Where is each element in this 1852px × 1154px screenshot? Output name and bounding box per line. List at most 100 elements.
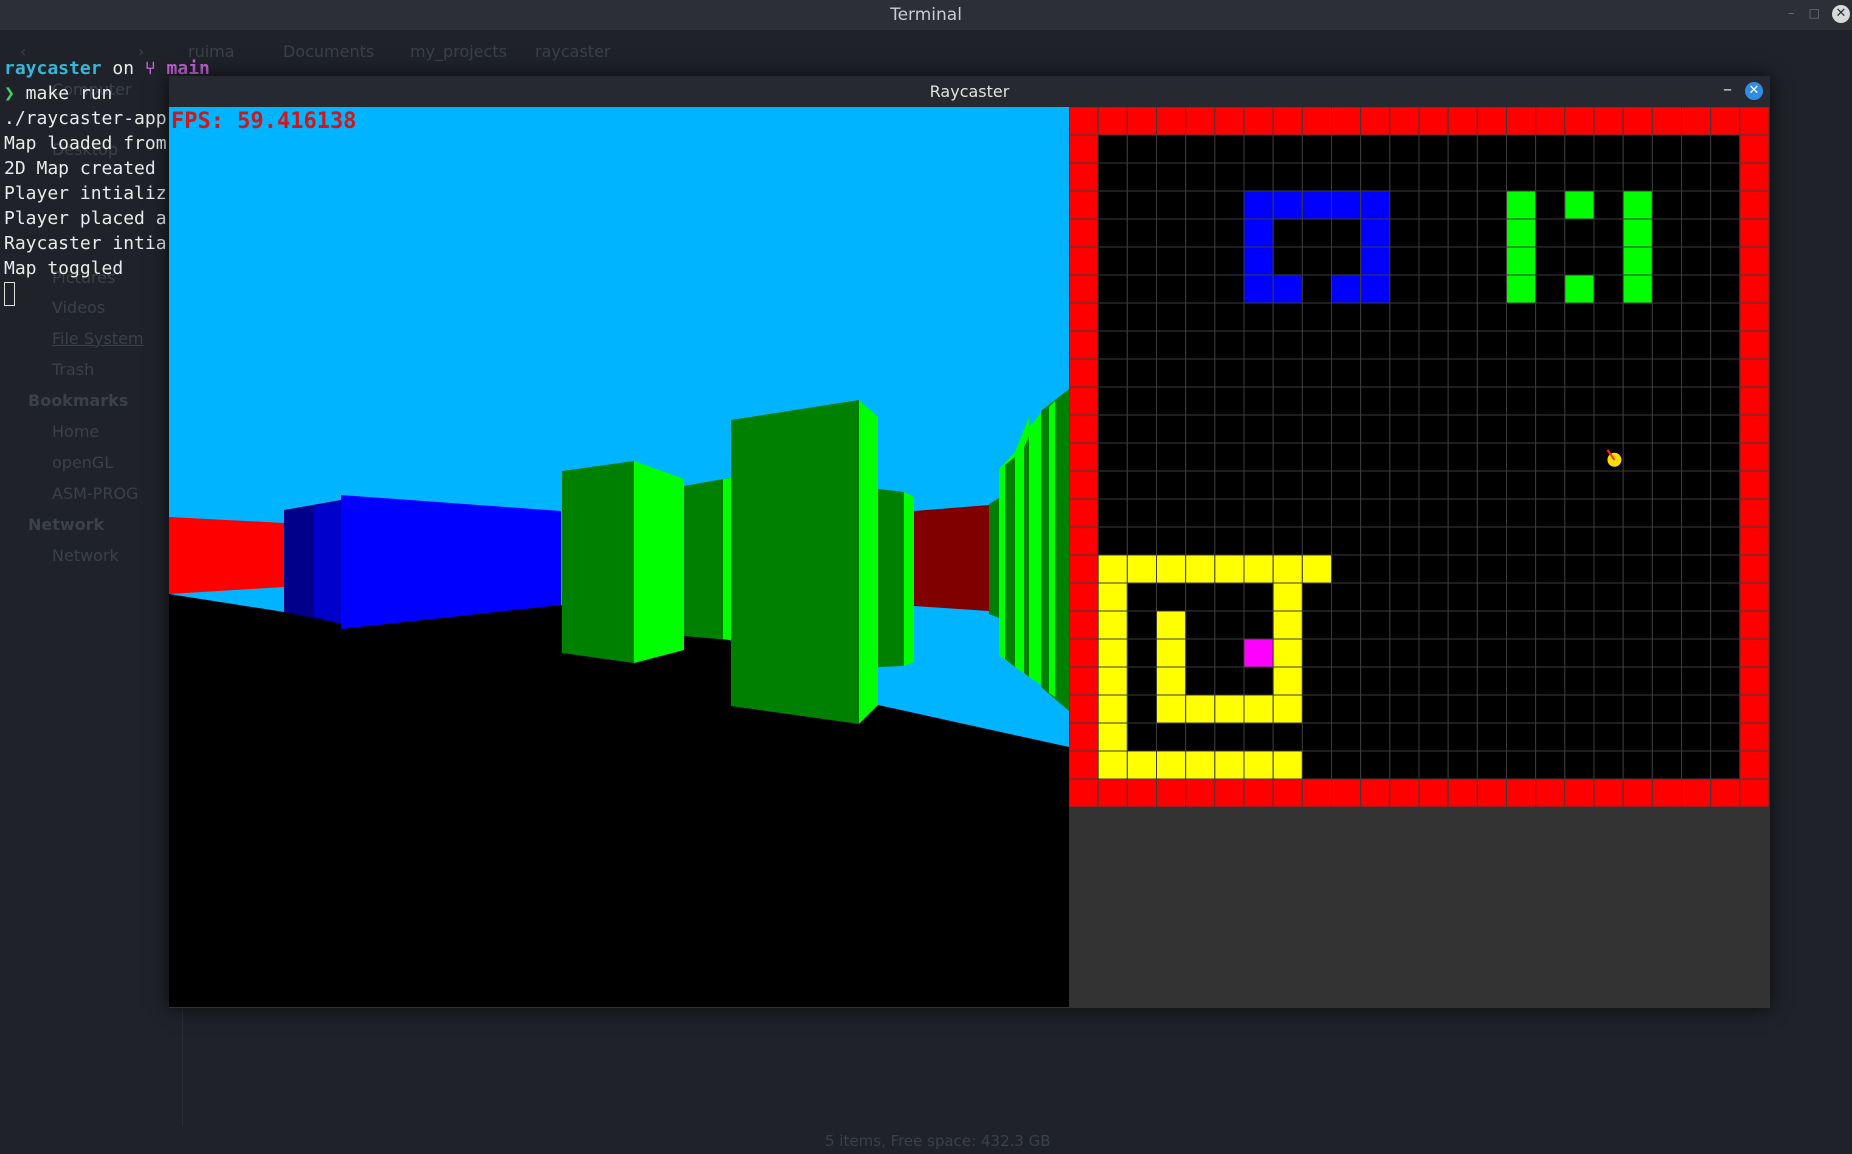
terminal-close-button[interactable]: ✕ [1832, 5, 1850, 23]
raycaster-titlebar[interactable]: Raycaster – ✕ [169, 76, 1770, 107]
map-cell-blue [1243, 246, 1274, 276]
map-cell-empty [1301, 274, 1332, 304]
map-cell-empty [1535, 218, 1566, 248]
status-text: 5 items, Free space: 432.3 GB [825, 1132, 1051, 1150]
green-pillar-2 [684, 478, 729, 640]
map-cell-empty [1185, 498, 1216, 528]
map-cell-empty [1360, 358, 1391, 388]
map-cell-empty [1476, 330, 1508, 360]
green-pillar-3-right [859, 400, 878, 724]
git-branch-icon: ⑂ [144, 58, 167, 79]
map-cell-empty [1535, 694, 1566, 724]
map-cell-empty [1535, 722, 1566, 752]
map-cell-empty [1651, 722, 1682, 752]
map-cell-red [1069, 470, 1099, 500]
map-cell-empty [1214, 358, 1245, 388]
raycaster-close-button[interactable]: ✕ [1745, 82, 1763, 100]
map-cell-red [1681, 107, 1712, 136]
map-cell-red [1243, 778, 1274, 807]
map-cell-green [1506, 246, 1537, 276]
minimap-2d[interactable] [1069, 107, 1769, 807]
map-cell-yellow [1214, 554, 1245, 584]
map-cell-yellow [1243, 694, 1274, 724]
minimize-button[interactable]: – [1788, 6, 1794, 20]
map-cell-empty [1681, 274, 1712, 304]
map-cell-red [1069, 218, 1099, 248]
map-cell-empty [1710, 330, 1741, 360]
map-cell-empty [1418, 162, 1449, 192]
map-cell-red [1126, 778, 1157, 807]
map-cell-red [1097, 107, 1128, 136]
background-file-manager-toolbar: ‹ › ruima Documents my_projects raycaste… [0, 40, 1852, 66]
map-cell-red [1739, 554, 1769, 584]
map-cell-empty [1097, 442, 1128, 472]
map-cell-red [1739, 302, 1769, 332]
map-cell-empty [1622, 414, 1653, 444]
map-cell-empty [1389, 498, 1420, 528]
map-cell-empty [1564, 750, 1595, 780]
map-cell-red [1739, 442, 1769, 472]
map-cell-yellow [1214, 750, 1245, 780]
map-cell-red [1069, 302, 1099, 332]
map-cell-empty [1301, 218, 1332, 248]
map-cell-empty [1506, 554, 1537, 584]
map-cell-empty [1214, 274, 1245, 304]
map-cell-empty [1418, 554, 1449, 584]
sidebar-item-network: Network [52, 546, 119, 565]
map-cell-empty [1476, 638, 1508, 668]
sidebar-heading-bookmarks: Bookmarks [28, 391, 129, 410]
map-cell-empty [1243, 358, 1274, 388]
map-cell-empty [1331, 134, 1362, 164]
map-cell-empty [1243, 302, 1274, 332]
map-cell-empty [1418, 526, 1449, 556]
map-cell-empty [1564, 414, 1595, 444]
map-cell-empty [1651, 694, 1682, 724]
raycaster-minimize-button[interactable]: – [1723, 79, 1732, 100]
maximize-button[interactable]: □ [1809, 6, 1820, 20]
map-cell-empty [1185, 246, 1216, 276]
map-cell-empty [1243, 610, 1274, 640]
raycast-3d-view[interactable] [169, 107, 1069, 1007]
map-cell-empty [1476, 358, 1508, 388]
map-cell-empty [1506, 134, 1537, 164]
map-cell-yellow [1097, 582, 1128, 612]
map-cell-empty [1622, 162, 1653, 192]
map-cell-empty [1156, 218, 1187, 248]
map-cell-red [1739, 666, 1769, 696]
map-cell-empty [1710, 750, 1741, 780]
map-cell-empty [1389, 302, 1420, 332]
map-cell-red [1389, 107, 1420, 136]
map-cell-empty [1097, 274, 1128, 304]
map-cell-empty [1214, 414, 1245, 444]
raycaster-window[interactable]: Raycaster – ✕ FPS: 59.416138 [169, 76, 1770, 1008]
map-cell-empty [1681, 610, 1712, 640]
map-cell-red [1739, 470, 1769, 500]
map-cell-red [1156, 778, 1187, 807]
map-cell-empty [1447, 750, 1478, 780]
map-cell-blue [1360, 190, 1391, 220]
map-cell-empty [1214, 386, 1245, 416]
map-cell-empty [1710, 442, 1741, 472]
map-cell-empty [1651, 470, 1682, 500]
map-cell-empty [1710, 274, 1741, 304]
map-cell-empty [1564, 302, 1595, 332]
map-cell-empty [1651, 190, 1682, 220]
map-cell-empty [1272, 414, 1303, 444]
map-cell-red [1593, 107, 1624, 136]
map-cell-empty [1272, 162, 1303, 192]
map-cell-empty [1681, 694, 1712, 724]
map-cell-empty [1156, 582, 1187, 612]
map-cell-empty [1331, 610, 1362, 640]
map-cell-empty [1301, 162, 1332, 192]
map-cell-empty [1389, 386, 1420, 416]
map-cell-green [1506, 218, 1537, 248]
map-cell-empty [1681, 162, 1712, 192]
map-cell-empty [1214, 246, 1245, 276]
map-cell-empty [1681, 470, 1712, 500]
map-cell-empty [1710, 358, 1741, 388]
map-cell-empty [1535, 750, 1566, 780]
map-cell-empty [1564, 442, 1595, 472]
breadcrumb-raycaster: raycaster [535, 42, 611, 61]
map-cell-empty [1710, 638, 1741, 668]
map-cell-empty [1710, 246, 1741, 276]
